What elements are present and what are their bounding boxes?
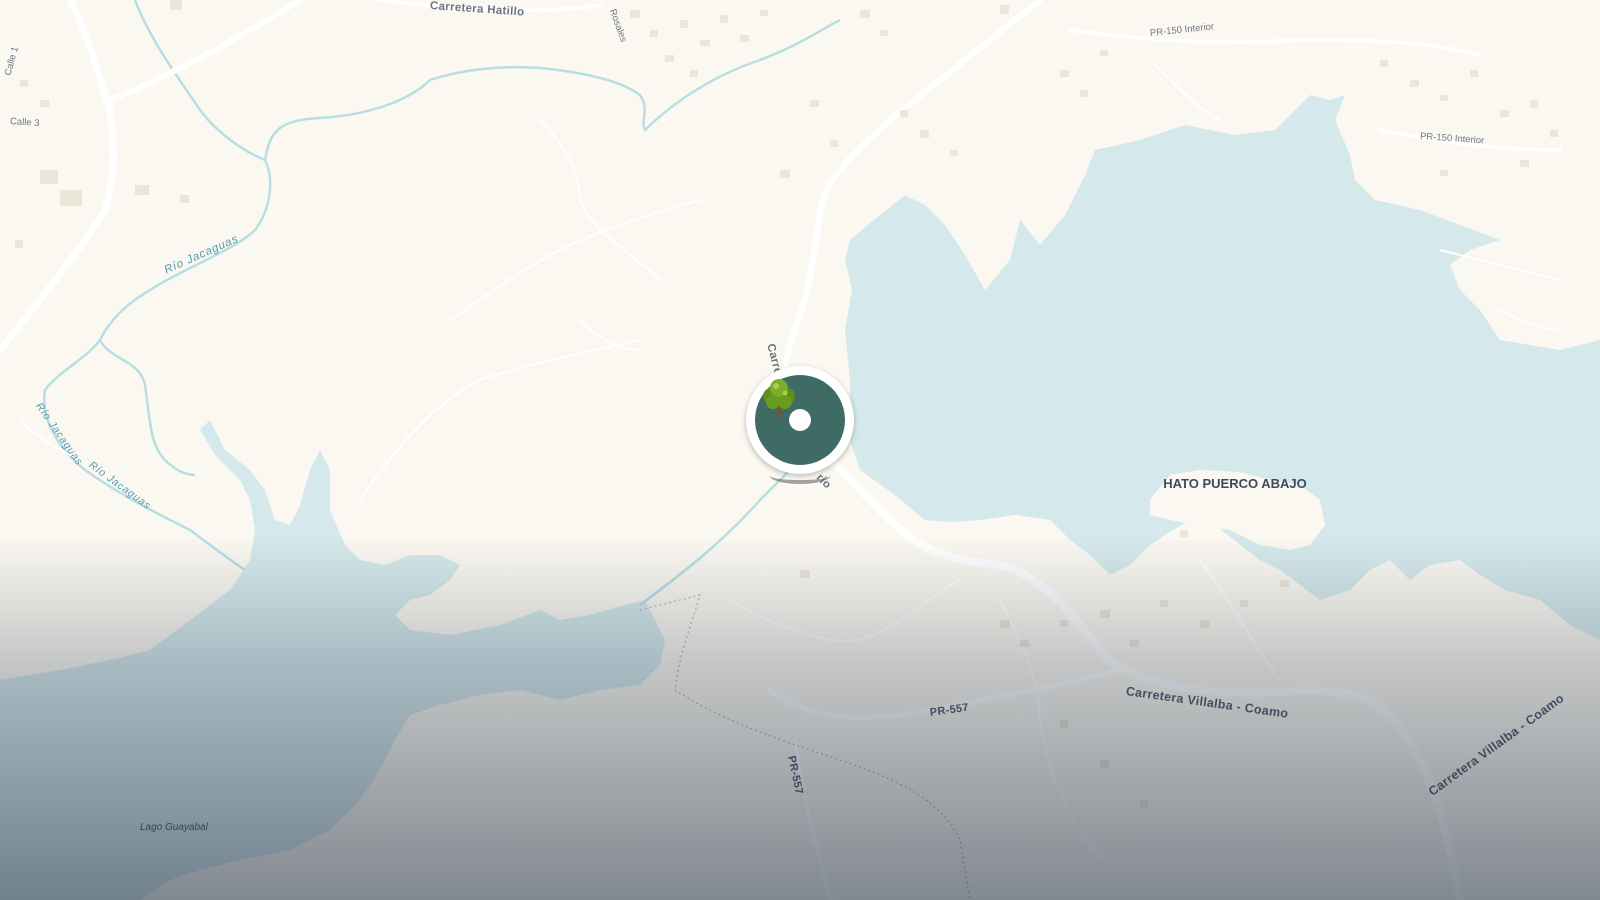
map-canvas[interactable]: Carretera Hatillo Rosales PR-150 Interio…	[0, 0, 1600, 900]
lake-label-lago-guayabal: Lago Guayabal	[140, 822, 208, 833]
road-label-calle-3: Calle 3	[9, 116, 40, 130]
tree-icon	[763, 379, 795, 418]
place-label-hato-puerco-abajo: HATO PUERCO ABAJO	[1163, 476, 1307, 491]
location-marker[interactable]	[746, 366, 854, 484]
marker-shadow	[770, 468, 830, 484]
